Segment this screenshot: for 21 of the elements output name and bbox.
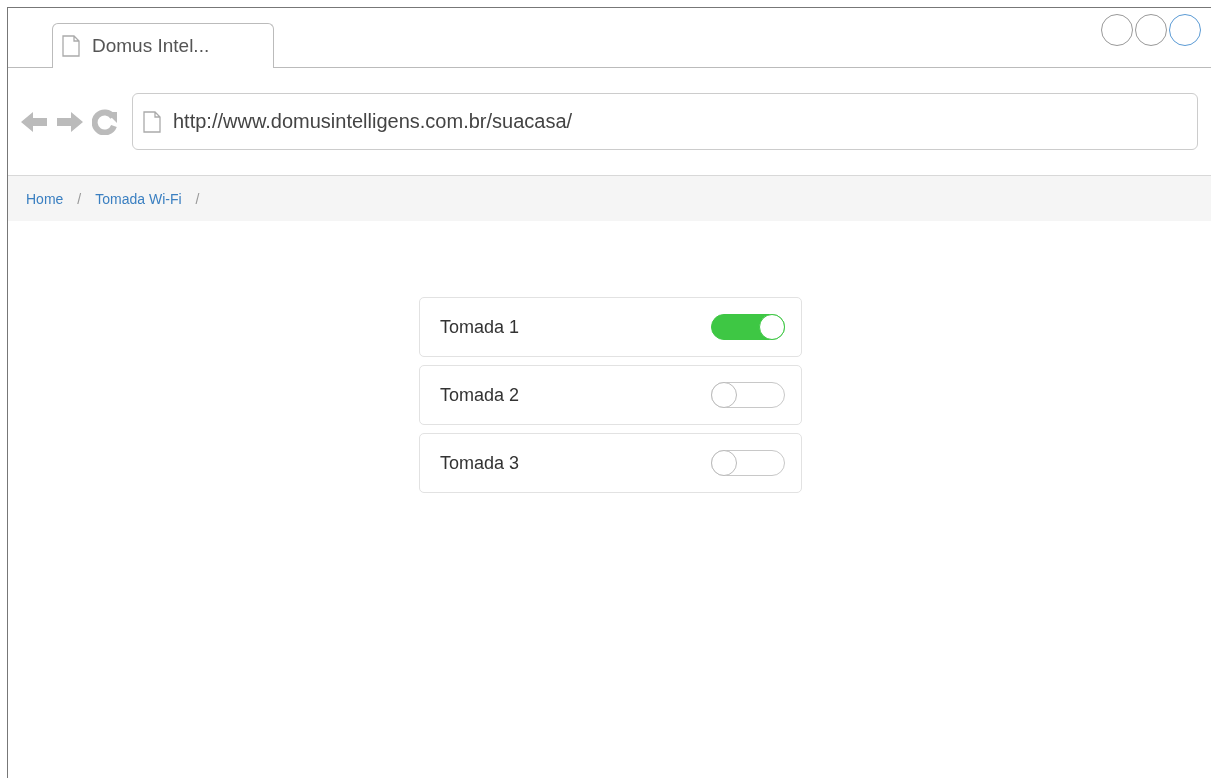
window-button[interactable] [1135, 14, 1167, 46]
forward-icon[interactable] [56, 109, 84, 134]
socket-name: Tomada 3 [440, 452, 520, 474]
toggle-switch[interactable] [711, 450, 785, 476]
toggle-switch[interactable] [711, 314, 785, 340]
window-button[interactable] [1169, 14, 1201, 46]
back-icon[interactable] [20, 109, 48, 134]
toggle-switch[interactable] [711, 382, 785, 408]
breadcrumb-separator: / [195, 190, 200, 207]
browser-tab[interactable]: Domus Intel... [52, 23, 274, 68]
address-field[interactable]: http://www.domusintelligens.com.br/suacasa/ [132, 93, 1198, 150]
breadcrumb-link[interactable]: Home [26, 190, 64, 207]
window-button[interactable] [1101, 14, 1133, 46]
page-icon [62, 35, 80, 57]
socket-name: Tomada 1 [440, 316, 520, 338]
page-icon [143, 110, 161, 133]
breadcrumb-separator: / [77, 190, 82, 207]
url-text: http://www.domusintelligens.com.br/suacasa/ [173, 110, 573, 133]
breadcrumb-link[interactable]: Tomada Wi-Fi [95, 190, 182, 207]
reload-icon[interactable] [92, 108, 118, 135]
socket-name: Tomada 2 [440, 384, 520, 406]
